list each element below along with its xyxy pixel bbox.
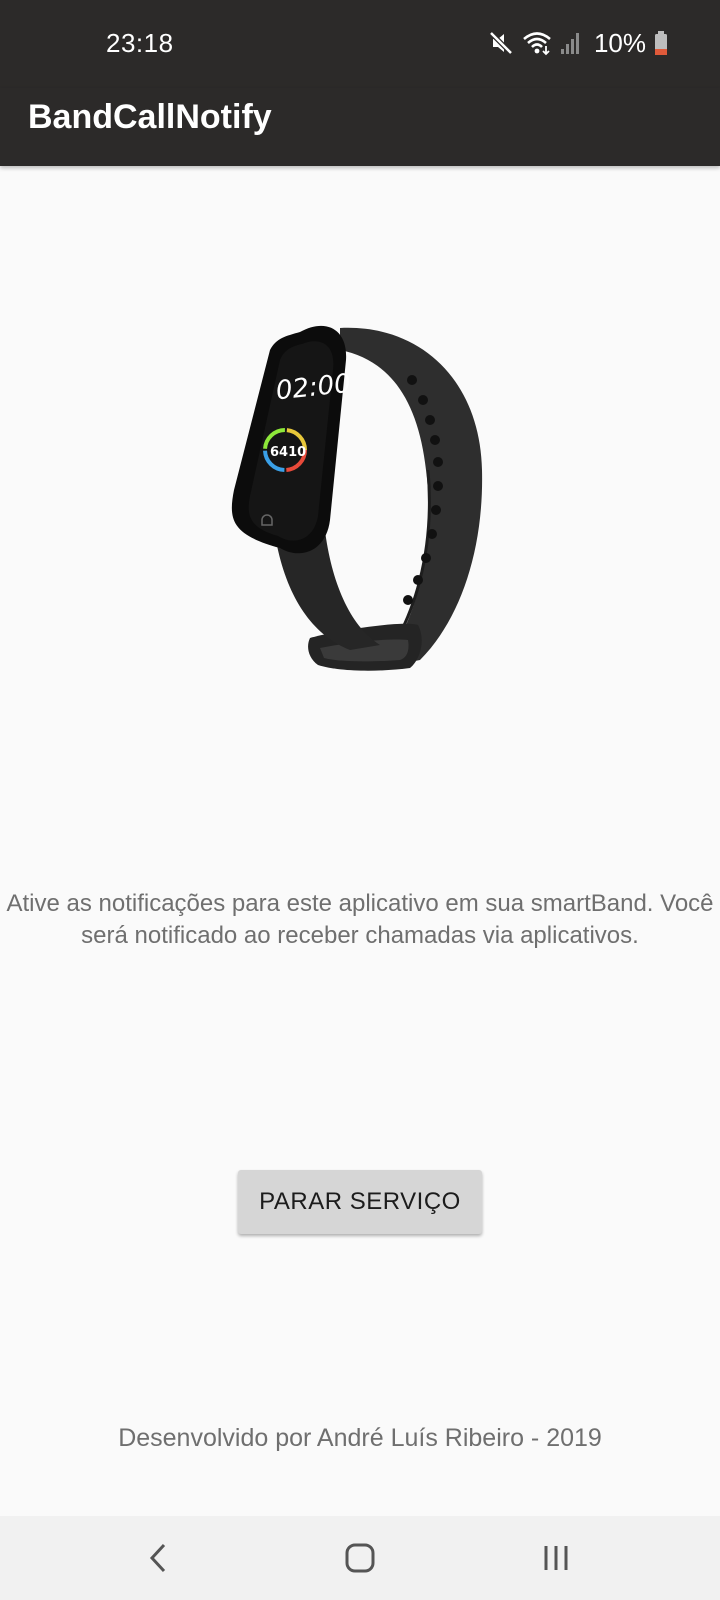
wifi-icon [522,30,552,56]
developer-credit: Desenvolvido por André Luís Ribeiro - 20… [118,1424,602,1452]
battery-percentage: 10% [593,27,646,58]
battery-icon [654,30,668,56]
status-bar: 23:18 10% [0,0,720,88]
app-title: BandCallNotify [28,98,272,136]
back-button[interactable] [130,1532,186,1584]
home-button[interactable] [332,1532,388,1584]
band-steps-display: 6410 [270,445,306,460]
recents-button[interactable] [528,1532,584,1584]
navigation-bar [0,1516,720,1600]
back-icon [149,1543,166,1573]
home-icon [345,1543,375,1573]
instructions-text: Ative as notificações para este aplicati… [6,890,714,949]
status-time: 23:18 [106,28,174,58]
recents-icon [544,1546,568,1570]
status-icons: 10% [488,26,668,60]
mute-icon [488,30,514,56]
smart-band-image: 02:00 6410 [230,320,500,690]
stop-service-button[interactable]: PARAR SERVIÇO [238,1170,482,1234]
app-bar: BandCallNotify [0,88,720,166]
signal-icon [560,31,582,55]
